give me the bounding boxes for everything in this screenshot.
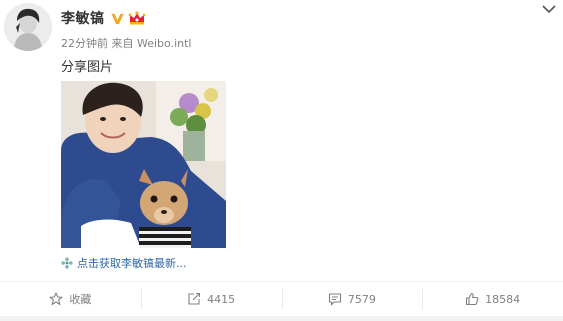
action-bar: 收藏 4415 7579 18584 [0,282,563,316]
source-prefix: 来自 [111,37,134,50]
favorite-button[interactable]: 收藏 [0,282,141,316]
repost-icon [188,292,201,305]
comment-count: 7579 [347,292,376,306]
username[interactable]: 李敏镐 [61,8,105,28]
post-meta: 22分钟前 来自 Weibo.intl [61,35,191,51]
weibo-post-card: 李敏镐 22分钟前 来自 Weibo.intl 分享图片 点击获取李敏镐最新..… [0,0,563,321]
avatar-image [4,3,52,51]
repost-count: 4415 [207,292,236,306]
crown-icon[interactable] [128,10,146,26]
post-photo[interactable] [61,81,226,248]
verified-badge-icon[interactable] [110,11,125,26]
photo-person-with-dog [61,81,226,248]
post-time[interactable]: 22分钟前 [61,37,108,50]
like-button[interactable]: 18584 [422,282,563,316]
chevron-down-icon[interactable] [541,3,557,15]
name-row: 李敏镐 [61,8,146,28]
thumbs-up-icon [466,292,479,306]
flower-link-icon [61,257,73,269]
comment-icon [328,293,341,306]
bottom-gap [0,316,563,321]
like-count: 18584 [485,292,521,306]
post-source[interactable]: Weibo.intl [137,37,191,50]
post-text: 分享图片 [61,60,114,75]
repost-button[interactable]: 4415 [140,282,282,316]
post-link[interactable]: 点击获取李敏镐最新... [61,254,187,272]
star-icon [49,292,64,306]
avatar[interactable] [4,3,52,51]
comment-button[interactable]: 7579 [281,282,423,316]
post-link-text[interactable]: 点击获取李敏镐最新... [77,255,187,271]
favorite-label: 收藏 [69,293,92,306]
